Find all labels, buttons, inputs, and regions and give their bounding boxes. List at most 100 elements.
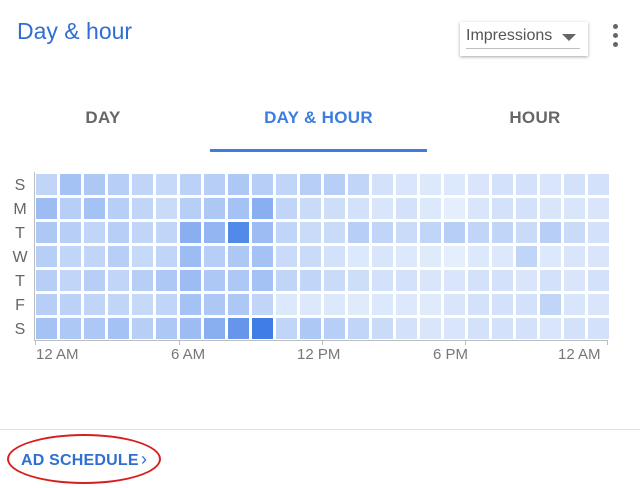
heatmap-cell[interactable]: [300, 174, 321, 195]
heatmap-cell[interactable]: [396, 222, 417, 243]
heatmap-cell[interactable]: [324, 246, 345, 267]
tab-day-and-hour[interactable]: DAY & HOUR: [210, 108, 427, 128]
heatmap-cell[interactable]: [468, 198, 489, 219]
heatmap-cell[interactable]: [252, 294, 273, 315]
heatmap-cell[interactable]: [156, 246, 177, 267]
heatmap-cell[interactable]: [84, 270, 105, 291]
heatmap-cell[interactable]: [468, 246, 489, 267]
heatmap-cell[interactable]: [492, 174, 513, 195]
heatmap-cell[interactable]: [396, 198, 417, 219]
heatmap-cell[interactable]: [132, 198, 153, 219]
heatmap-cell[interactable]: [348, 318, 369, 339]
heatmap-cell[interactable]: [108, 174, 129, 195]
heatmap-cell[interactable]: [276, 198, 297, 219]
heatmap-cell[interactable]: [180, 318, 201, 339]
heatmap-cell[interactable]: [204, 318, 225, 339]
heatmap-cell[interactable]: [252, 174, 273, 195]
heatmap-cell[interactable]: [516, 174, 537, 195]
tab-hour[interactable]: HOUR: [474, 108, 596, 128]
heatmap-cell[interactable]: [300, 222, 321, 243]
heatmap-cell[interactable]: [540, 318, 561, 339]
heatmap-cell[interactable]: [300, 318, 321, 339]
heatmap-cell[interactable]: [180, 294, 201, 315]
heatmap-cell[interactable]: [372, 174, 393, 195]
heatmap-cell[interactable]: [84, 294, 105, 315]
chevron-right-icon[interactable]: ›: [141, 449, 147, 470]
heatmap-cell[interactable]: [204, 294, 225, 315]
heatmap-cell[interactable]: [324, 198, 345, 219]
heatmap-cell[interactable]: [540, 246, 561, 267]
heatmap-cell[interactable]: [36, 174, 57, 195]
heatmap-cell[interactable]: [84, 174, 105, 195]
heatmap-cell[interactable]: [420, 318, 441, 339]
heatmap-cell[interactable]: [324, 318, 345, 339]
heatmap-cell[interactable]: [324, 174, 345, 195]
heatmap-cell[interactable]: [348, 294, 369, 315]
heatmap-cell[interactable]: [156, 174, 177, 195]
heatmap-cell[interactable]: [588, 318, 609, 339]
heatmap-cell[interactable]: [372, 294, 393, 315]
heatmap-cell[interactable]: [228, 174, 249, 195]
heatmap-cell[interactable]: [108, 318, 129, 339]
heatmap-cell[interactable]: [588, 246, 609, 267]
heatmap-cell[interactable]: [84, 222, 105, 243]
heatmap-cell[interactable]: [60, 270, 81, 291]
heatmap-cell[interactable]: [252, 270, 273, 291]
heatmap-cell[interactable]: [468, 174, 489, 195]
heatmap-cell[interactable]: [228, 270, 249, 291]
heatmap-cell[interactable]: [108, 246, 129, 267]
heatmap-cell[interactable]: [396, 270, 417, 291]
heatmap-cell[interactable]: [588, 198, 609, 219]
heatmap-cell[interactable]: [420, 294, 441, 315]
heatmap-cell[interactable]: [348, 246, 369, 267]
heatmap-cell[interactable]: [492, 270, 513, 291]
heatmap-cell[interactable]: [492, 246, 513, 267]
heatmap-cell[interactable]: [564, 318, 585, 339]
heatmap-cell[interactable]: [180, 270, 201, 291]
heatmap-cell[interactable]: [252, 318, 273, 339]
heatmap-cell[interactable]: [396, 294, 417, 315]
heatmap-cell[interactable]: [396, 318, 417, 339]
heatmap-cell[interactable]: [156, 222, 177, 243]
heatmap-cell[interactable]: [540, 222, 561, 243]
heatmap-cell[interactable]: [60, 318, 81, 339]
heatmap-cell[interactable]: [372, 270, 393, 291]
heatmap-cell[interactable]: [252, 246, 273, 267]
heatmap-cell[interactable]: [492, 222, 513, 243]
heatmap-cell[interactable]: [252, 222, 273, 243]
heatmap-cell[interactable]: [60, 294, 81, 315]
heatmap-cell[interactable]: [468, 222, 489, 243]
heatmap-cell[interactable]: [36, 198, 57, 219]
heatmap-cell[interactable]: [468, 294, 489, 315]
heatmap-cell[interactable]: [204, 222, 225, 243]
heatmap-cell[interactable]: [396, 246, 417, 267]
heatmap-cell[interactable]: [372, 318, 393, 339]
heatmap-cell[interactable]: [492, 318, 513, 339]
heatmap-cell[interactable]: [372, 246, 393, 267]
heatmap-cell[interactable]: [84, 318, 105, 339]
heatmap-cell[interactable]: [36, 270, 57, 291]
heatmap-cell[interactable]: [348, 198, 369, 219]
heatmap-cell[interactable]: [84, 246, 105, 267]
ad-schedule-link[interactable]: AD SCHEDULE: [21, 452, 139, 470]
heatmap-cell[interactable]: [540, 198, 561, 219]
heatmap-cell[interactable]: [492, 198, 513, 219]
heatmap-cell[interactable]: [180, 174, 201, 195]
heatmap-cell[interactable]: [468, 270, 489, 291]
heatmap-cell[interactable]: [468, 318, 489, 339]
heatmap-cell[interactable]: [60, 198, 81, 219]
heatmap-cell[interactable]: [108, 222, 129, 243]
heatmap-cell[interactable]: [420, 174, 441, 195]
heatmap-cell[interactable]: [276, 318, 297, 339]
heatmap-cell[interactable]: [444, 222, 465, 243]
heatmap-cell[interactable]: [564, 270, 585, 291]
heatmap-cell[interactable]: [180, 222, 201, 243]
heatmap-cell[interactable]: [228, 246, 249, 267]
heatmap-cell[interactable]: [516, 198, 537, 219]
heatmap-cell[interactable]: [228, 318, 249, 339]
heatmap-cell[interactable]: [540, 174, 561, 195]
heatmap-cell[interactable]: [516, 294, 537, 315]
heatmap-cell[interactable]: [132, 246, 153, 267]
heatmap-cell[interactable]: [348, 222, 369, 243]
heatmap-cell[interactable]: [60, 246, 81, 267]
